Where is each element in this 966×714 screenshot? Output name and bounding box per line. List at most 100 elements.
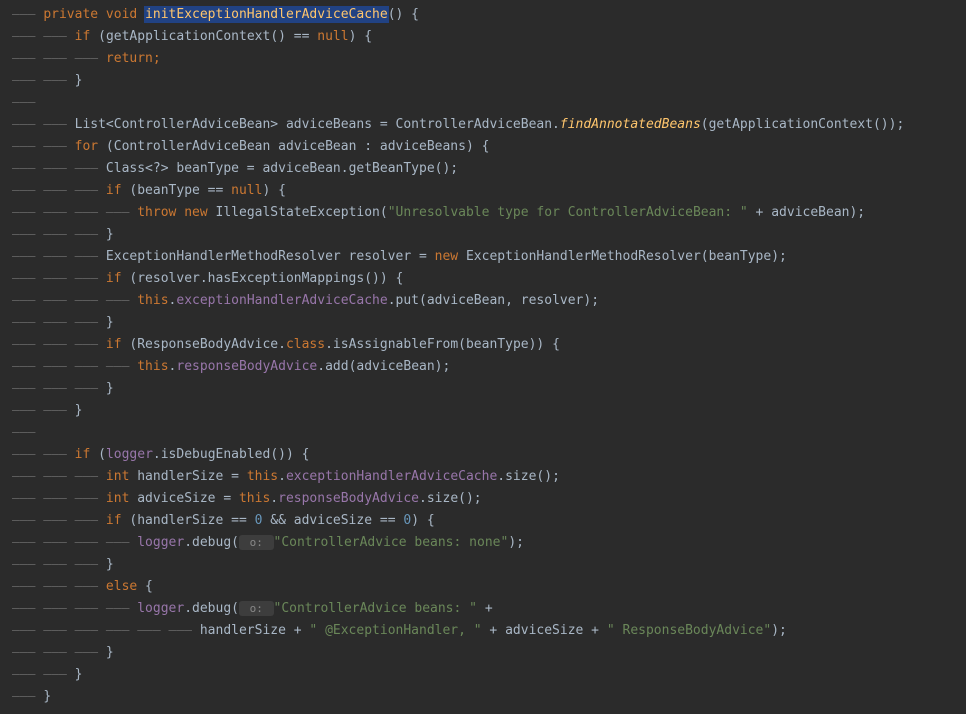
code-line[interactable]: ——— ——— ——— int handlerSize = this.excep… [0, 466, 966, 488]
field-ref: logger [106, 447, 153, 462]
field-ref: exceptionHandlerAdviceCache [286, 469, 497, 484]
code-text: (ResponseBodyAdvice. [122, 337, 286, 352]
indent-guide: ——— [12, 425, 43, 440]
string-literal: " @ExceptionHandler, " [309, 623, 481, 638]
code-text: . [278, 469, 286, 484]
code-line[interactable]: ——— [0, 422, 966, 444]
code-line[interactable]: ——— ——— ——— if (beanType == null) { [0, 180, 966, 202]
code-text: ( [231, 601, 239, 616]
code-line[interactable]: ——— ——— ——— } [0, 642, 966, 664]
indent-guide: ——— [12, 7, 43, 22]
indent-guide: ——— ——— [12, 117, 75, 132]
code-line[interactable]: ——— ——— List<ControllerAdviceBean> advic… [0, 114, 966, 136]
code-text: ()) { [270, 447, 309, 462]
code-text: . [317, 359, 325, 374]
keyword: throw new [137, 205, 207, 220]
keyword: if [75, 29, 91, 44]
code-text: () { [388, 7, 419, 22]
code-text: (adviceBean); [349, 359, 451, 374]
indent-guide: ——— ——— ——— [12, 337, 106, 352]
code-text: . [153, 447, 161, 462]
code-line[interactable]: ——— ——— ——— ——— logger.debug( o: "Contro… [0, 598, 966, 620]
indent-guide: ——— ——— ——— ——— ——— ——— [12, 623, 200, 638]
method-call: getApplicationContext [709, 117, 873, 132]
code-text: . [388, 293, 396, 308]
keyword: this [239, 491, 270, 506]
code-text: (adviceBean, resolver); [419, 293, 599, 308]
code-line[interactable]: ——— ——— } [0, 70, 966, 92]
method-call: debug [192, 601, 231, 616]
code-line[interactable]: ——— ——— ——— ——— this.exceptionHandlerAdv… [0, 290, 966, 312]
code-line[interactable]: ——— ——— ——— ——— ——— ——— handlerSize + " … [0, 620, 966, 642]
keyword: for [75, 139, 98, 154]
code-line[interactable]: ——— ——— if (logger.isDebugEnabled()) { [0, 444, 966, 466]
code-line[interactable]: ——— private void initExceptionHandlerAdv… [0, 4, 966, 26]
code-text: + adviceSize + [482, 623, 607, 638]
code-text: . [184, 535, 192, 550]
code-line[interactable]: ——— } [0, 686, 966, 708]
code-text: handlerSize + [200, 623, 310, 638]
method-call: add [325, 359, 348, 374]
keyword: if [106, 271, 122, 286]
code-text: IllegalStateException( [208, 205, 388, 220]
code-text: (); [435, 161, 458, 176]
code-text: } [106, 227, 114, 242]
code-text: } [75, 403, 83, 418]
code-text: ) { [262, 183, 285, 198]
code-line[interactable]: ——— ——— if (getApplicationContext() == n… [0, 26, 966, 48]
code-line[interactable]: ——— ——— } [0, 664, 966, 686]
indent-guide: ——— ——— ——— [12, 161, 106, 176]
code-text: (beanType)) { [458, 337, 560, 352]
code-line[interactable]: ——— ——— } [0, 400, 966, 422]
code-line[interactable]: ——— ——— ——— int adviceSize = this.respon… [0, 488, 966, 510]
code-line[interactable]: ——— ——— ——— ——— this.responseBodyAdvice.… [0, 356, 966, 378]
keyword: class [286, 337, 325, 352]
keyword: null [317, 29, 348, 44]
indent-guide: ——— ——— ——— [12, 579, 106, 594]
keyword: this [137, 359, 168, 374]
string-literal: "Unresolvable type for ControllerAdviceB… [388, 205, 748, 220]
code-line[interactable]: ——— ——— ——— return; [0, 48, 966, 70]
method-call: getApplicationContext [106, 29, 270, 44]
code-text: (handlerSize == [122, 513, 255, 528]
code-line[interactable]: ——— ——— ——— if (resolver.hasExceptionMap… [0, 268, 966, 290]
code-line[interactable]: ——— ——— ——— ——— throw new IllegalStateEx… [0, 202, 966, 224]
string-literal: "ControllerAdvice beans: none" [274, 535, 509, 550]
keyword: if [106, 337, 122, 352]
parameter-hint: o: [239, 601, 274, 616]
field-ref: responseBodyAdvice [278, 491, 419, 506]
code-text: ); [508, 535, 524, 550]
code-line[interactable]: ——— ——— ——— if (handlerSize == 0 && advi… [0, 510, 966, 532]
code-text: ExceptionHandlerMethodResolver(beanType)… [458, 249, 787, 264]
code-line[interactable]: ——— ——— ——— Class<?> beanType = adviceBe… [0, 158, 966, 180]
code-line[interactable]: ——— ——— ——— } [0, 378, 966, 400]
code-text: . [325, 337, 333, 352]
code-line[interactable]: ——— ——— ——— ExceptionHandlerMethodResolv… [0, 246, 966, 268]
code-line[interactable]: ——— ——— ——— ——— logger.debug( o: "Contro… [0, 532, 966, 554]
code-editor[interactable]: ——— private void initExceptionHandlerAdv… [0, 0, 966, 712]
method-name-highlighted: initExceptionHandlerAdviceCache [145, 7, 388, 22]
code-text: adviceSize = [129, 491, 239, 506]
code-line[interactable]: ——— ——— ——— } [0, 224, 966, 246]
code-line[interactable]: ——— ——— ——— } [0, 312, 966, 334]
indent-guide: ——— ——— [12, 447, 75, 462]
indent-guide: ——— ——— ——— ——— [12, 601, 137, 616]
indent-guide: ——— ——— ——— [12, 51, 106, 66]
code-text: ( [231, 535, 239, 550]
code-line[interactable]: ——— ——— ——— if (ResponseBodyAdvice.class… [0, 334, 966, 356]
indent-guide: ——— ——— [12, 29, 75, 44]
keyword: int [106, 491, 129, 506]
method-call: size [427, 491, 458, 506]
keyword: if [106, 183, 122, 198]
code-line[interactable]: ——— [0, 92, 966, 114]
indent-guide: ——— ——— ——— [12, 513, 106, 528]
code-line[interactable]: ——— ——— for (ControllerAdviceBean advice… [0, 136, 966, 158]
code-text: . [497, 469, 505, 484]
code-line[interactable]: ——— ——— ——— } [0, 554, 966, 576]
keyword: return [106, 51, 153, 66]
method-call: put [396, 293, 419, 308]
code-line[interactable]: ——— ——— ——— else { [0, 576, 966, 598]
keyword: null [231, 183, 262, 198]
indent-guide: ——— ——— [12, 403, 75, 418]
code-text: ( [90, 29, 106, 44]
